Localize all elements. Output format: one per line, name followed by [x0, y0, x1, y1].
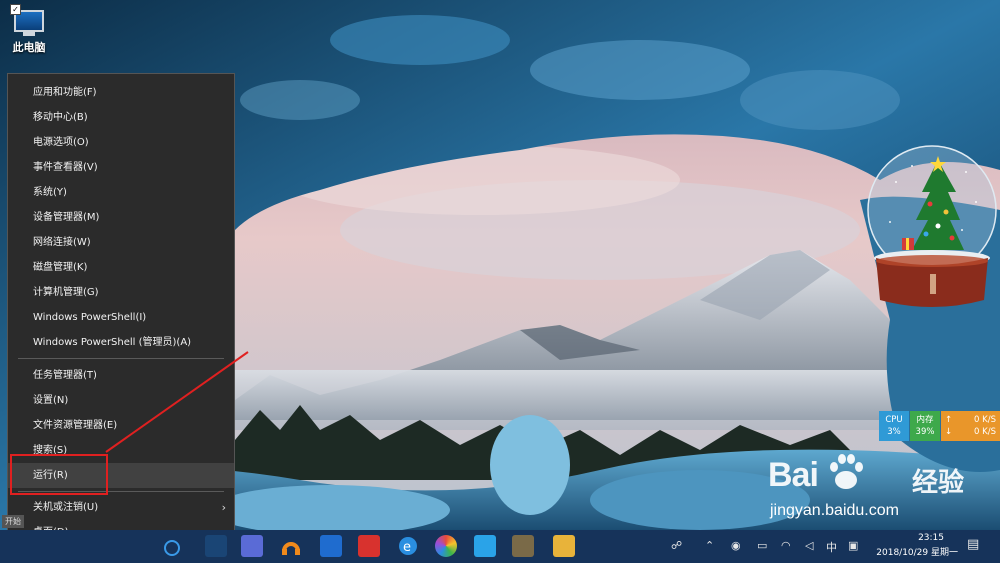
watermark-brand: Bai	[768, 456, 819, 494]
wifi-icon[interactable]: ◠	[781, 539, 791, 552]
menu-item-shutdown-signout[interactable]: 关机或注销(U) ›	[8, 495, 234, 520]
volume-icon[interactable]: ◁	[805, 539, 813, 552]
watermark-suffix: 经验	[912, 468, 965, 498]
menu-item-computer-management[interactable]: 计算机管理(G)	[8, 280, 234, 305]
ime-indicator[interactable]: 中	[826, 539, 837, 555]
cpu-label: CPU	[885, 415, 903, 425]
folder-icon[interactable]	[553, 535, 575, 557]
cpu-value: 3%	[887, 427, 901, 437]
start-tooltip: 开始	[2, 515, 24, 528]
memory-label: 内存	[916, 415, 934, 425]
baidu-jingyan-watermark: Bai 经验 jingyan.baidu.com	[760, 452, 990, 524]
notification-icon[interactable]: ▤	[967, 537, 979, 552]
menu-item-label: 关机或注销(U)	[33, 502, 99, 513]
menu-item-network-connections[interactable]: 网络连接(W)	[8, 230, 234, 255]
snow-globe-gadget[interactable]	[866, 142, 1000, 310]
desktop-icon-label: 此电脑	[12, 41, 46, 54]
people-icon[interactable]: ☍	[671, 539, 682, 552]
user-tray-icon[interactable]: ▣	[848, 539, 858, 552]
menu-item-file-explorer[interactable]: 文件资源管理器(E)	[8, 413, 234, 438]
menu-item-event-viewer[interactable]: 事件查看器(V)	[8, 155, 234, 180]
taskbar: e ☍ ⌃ ◉ ▭ ◠ ◁ 中 ▣ 23:15 2018/10/29 星期一 ▤	[0, 530, 1000, 563]
qq-app-icon[interactable]	[474, 535, 496, 557]
menu-item-powershell[interactable]: Windows PowerShell(I)	[8, 305, 234, 330]
chevron-up-icon[interactable]: ⌃	[705, 539, 714, 552]
menu-item-device-manager[interactable]: 设备管理器(M)	[8, 205, 234, 230]
edge-browser-icon[interactable]: e	[397, 535, 419, 557]
checkbox-icon[interactable]: ✓	[10, 4, 21, 15]
battery-icon[interactable]: ▭	[757, 539, 767, 552]
news-app-icon[interactable]	[358, 535, 380, 557]
menu-item-powershell-admin[interactable]: Windows PowerShell (管理员)(A)	[8, 330, 234, 355]
watermark-url: jingyan.baidu.com	[770, 502, 899, 519]
svg-text:e: e	[403, 540, 411, 555]
memory-value: 39%	[915, 427, 935, 437]
menu-item-mobility-center[interactable]: 移动中心(B)	[8, 105, 234, 130]
chevron-right-icon: ›	[221, 501, 226, 514]
paw-logo-icon	[830, 454, 863, 489]
this-pc-desktop-icon[interactable]: ✓ 此电脑	[6, 4, 52, 55]
app-icon[interactable]	[205, 535, 227, 557]
photos-app-icon[interactable]	[435, 535, 457, 557]
network-speed: ↑ 0 K/S ↓ 0 K/S	[941, 411, 1000, 441]
download-speed: 0 K/S	[974, 427, 996, 437]
download-arrow-icon: ↓	[945, 427, 953, 437]
app-tray-icon[interactable]: ◉	[731, 539, 741, 552]
clock[interactable]: 23:15 2018/10/29 星期一	[868, 531, 958, 561]
menu-item-settings[interactable]: 设置(N)	[8, 388, 234, 413]
menu-item-system[interactable]: 系统(Y)	[8, 180, 234, 205]
kite-app-icon[interactable]	[241, 535, 263, 557]
menu-item-task-manager[interactable]: 任务管理器(T)	[8, 363, 234, 388]
clock-date: 2018/10/29 星期一	[876, 548, 958, 558]
upload-arrow-icon: ↑	[945, 415, 953, 425]
menu-item-power-options[interactable]: 电源选项(O)	[8, 130, 234, 155]
menu-separator	[18, 358, 224, 359]
menu-item-disk-management[interactable]: 磁盘管理(K)	[8, 255, 234, 280]
circle-app-icon[interactable]	[164, 540, 180, 556]
archive-app-icon[interactable]	[512, 535, 534, 557]
cpu-usage: CPU 3%	[879, 411, 909, 441]
headphones-app-icon[interactable]	[280, 535, 302, 557]
upload-speed: 0 K/S	[974, 415, 996, 425]
office-app-icon[interactable]	[320, 535, 342, 557]
resource-monitor-widget[interactable]: CPU 3% 内存 39% ↑ 0 K/S ↓ 0 K/S	[879, 411, 1000, 441]
clock-time: 23:15	[918, 533, 944, 543]
memory-usage: 内存 39%	[910, 411, 940, 441]
highlight-annotation-box	[10, 454, 108, 495]
menu-item-apps-features[interactable]: 应用和功能(F)	[8, 80, 234, 105]
